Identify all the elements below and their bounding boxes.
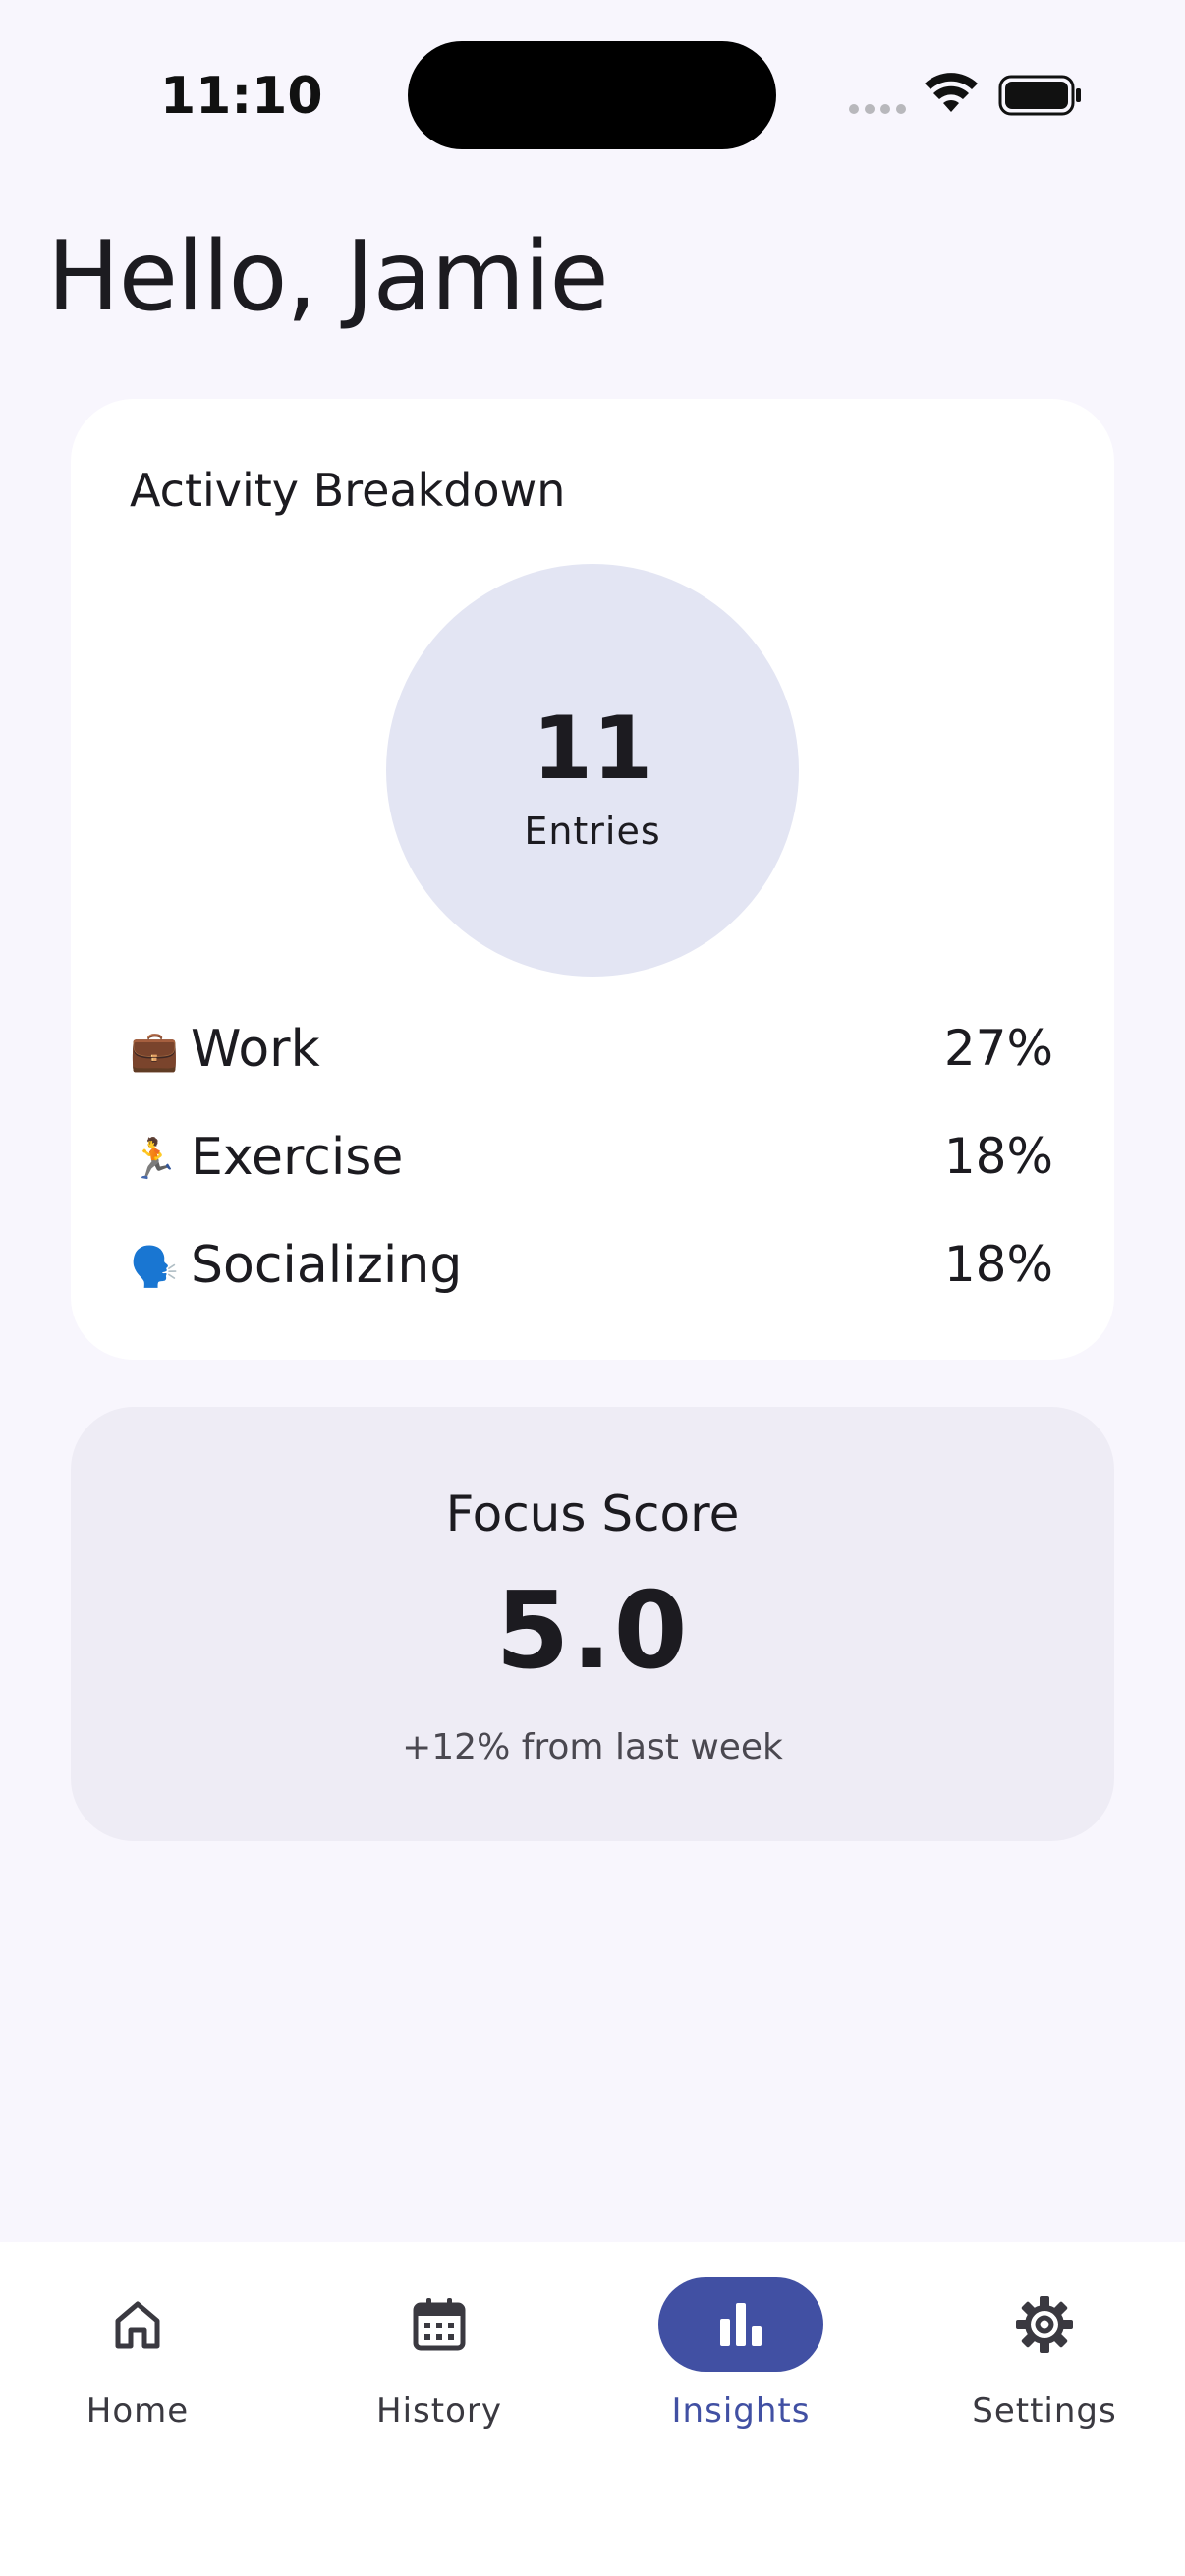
nav-item-insights[interactable]: Insights [623,2277,859,2454]
nav-label-insights: Insights [671,2391,811,2431]
briefcase-icon: 💼 [130,1029,179,1074]
nav-label-settings: Settings [972,2391,1117,2431]
breakdown-label: Work [191,1020,320,1079]
nav-icon-container [962,2277,1127,2372]
entries-circle: 11 Entries [386,564,799,977]
nav-label-home: Home [85,2391,190,2431]
focus-score-card: Focus Score 5.0 +12% from last week [71,1407,1114,1841]
focus-score-value: 5.0 [495,1570,690,1693]
focus-score-change: +12% from last week [402,1727,783,1767]
wifi-icon [925,73,978,112]
breakdown-value: 18% [943,1236,1053,1293]
status-time: 11:10 [160,67,323,126]
focus-score-title: Focus Score [445,1485,740,1542]
dynamic-island [408,41,776,149]
home-icon [115,2301,160,2349]
activity-breakdown-card: Activity Breakdown 11 Entries 💼 Work 27%… [71,399,1114,1360]
status-bar: 11:10 [0,0,1185,187]
gear-icon [1016,2296,1073,2353]
greeting-title: Hello, Jamie [47,221,609,333]
bar-chart-icon [720,2303,762,2346]
entries-count: 11 [532,698,653,799]
nav-icon-container [357,2277,522,2372]
nav-item-settings[interactable]: Settings [927,2277,1162,2454]
nav-icon-container [55,2277,220,2372]
breakdown-label: Exercise [191,1128,404,1187]
breakdown-row-socializing: 🗣️ Socializing 18% [130,1228,1053,1307]
nav-label-history: History [376,2391,502,2431]
runner-icon: 🏃 [130,1137,179,1182]
battery-icon [998,75,1081,116]
breakdown-label: Socializing [191,1236,463,1295]
bottom-navigation-bar: Home History Insights Settings [0,2242,1185,2576]
nav-item-home[interactable]: Home [20,2277,255,2454]
speaking-head-icon: 🗣️ [130,1245,179,1290]
breakdown-row-exercise: 🏃 Exercise 18% [130,1120,1053,1199]
cellular-signal-icon [849,104,908,116]
breakdown-value: 27% [943,1020,1053,1077]
breakdown-value: 18% [943,1128,1053,1185]
entries-label: Entries [524,810,661,853]
nav-icon-container-active [658,2277,823,2372]
activity-breakdown-title: Activity Breakdown [130,464,566,517]
nav-item-history[interactable]: History [321,2277,557,2454]
calendar-icon [413,2298,466,2351]
breakdown-row-work: 💼 Work 27% [130,1012,1053,1091]
